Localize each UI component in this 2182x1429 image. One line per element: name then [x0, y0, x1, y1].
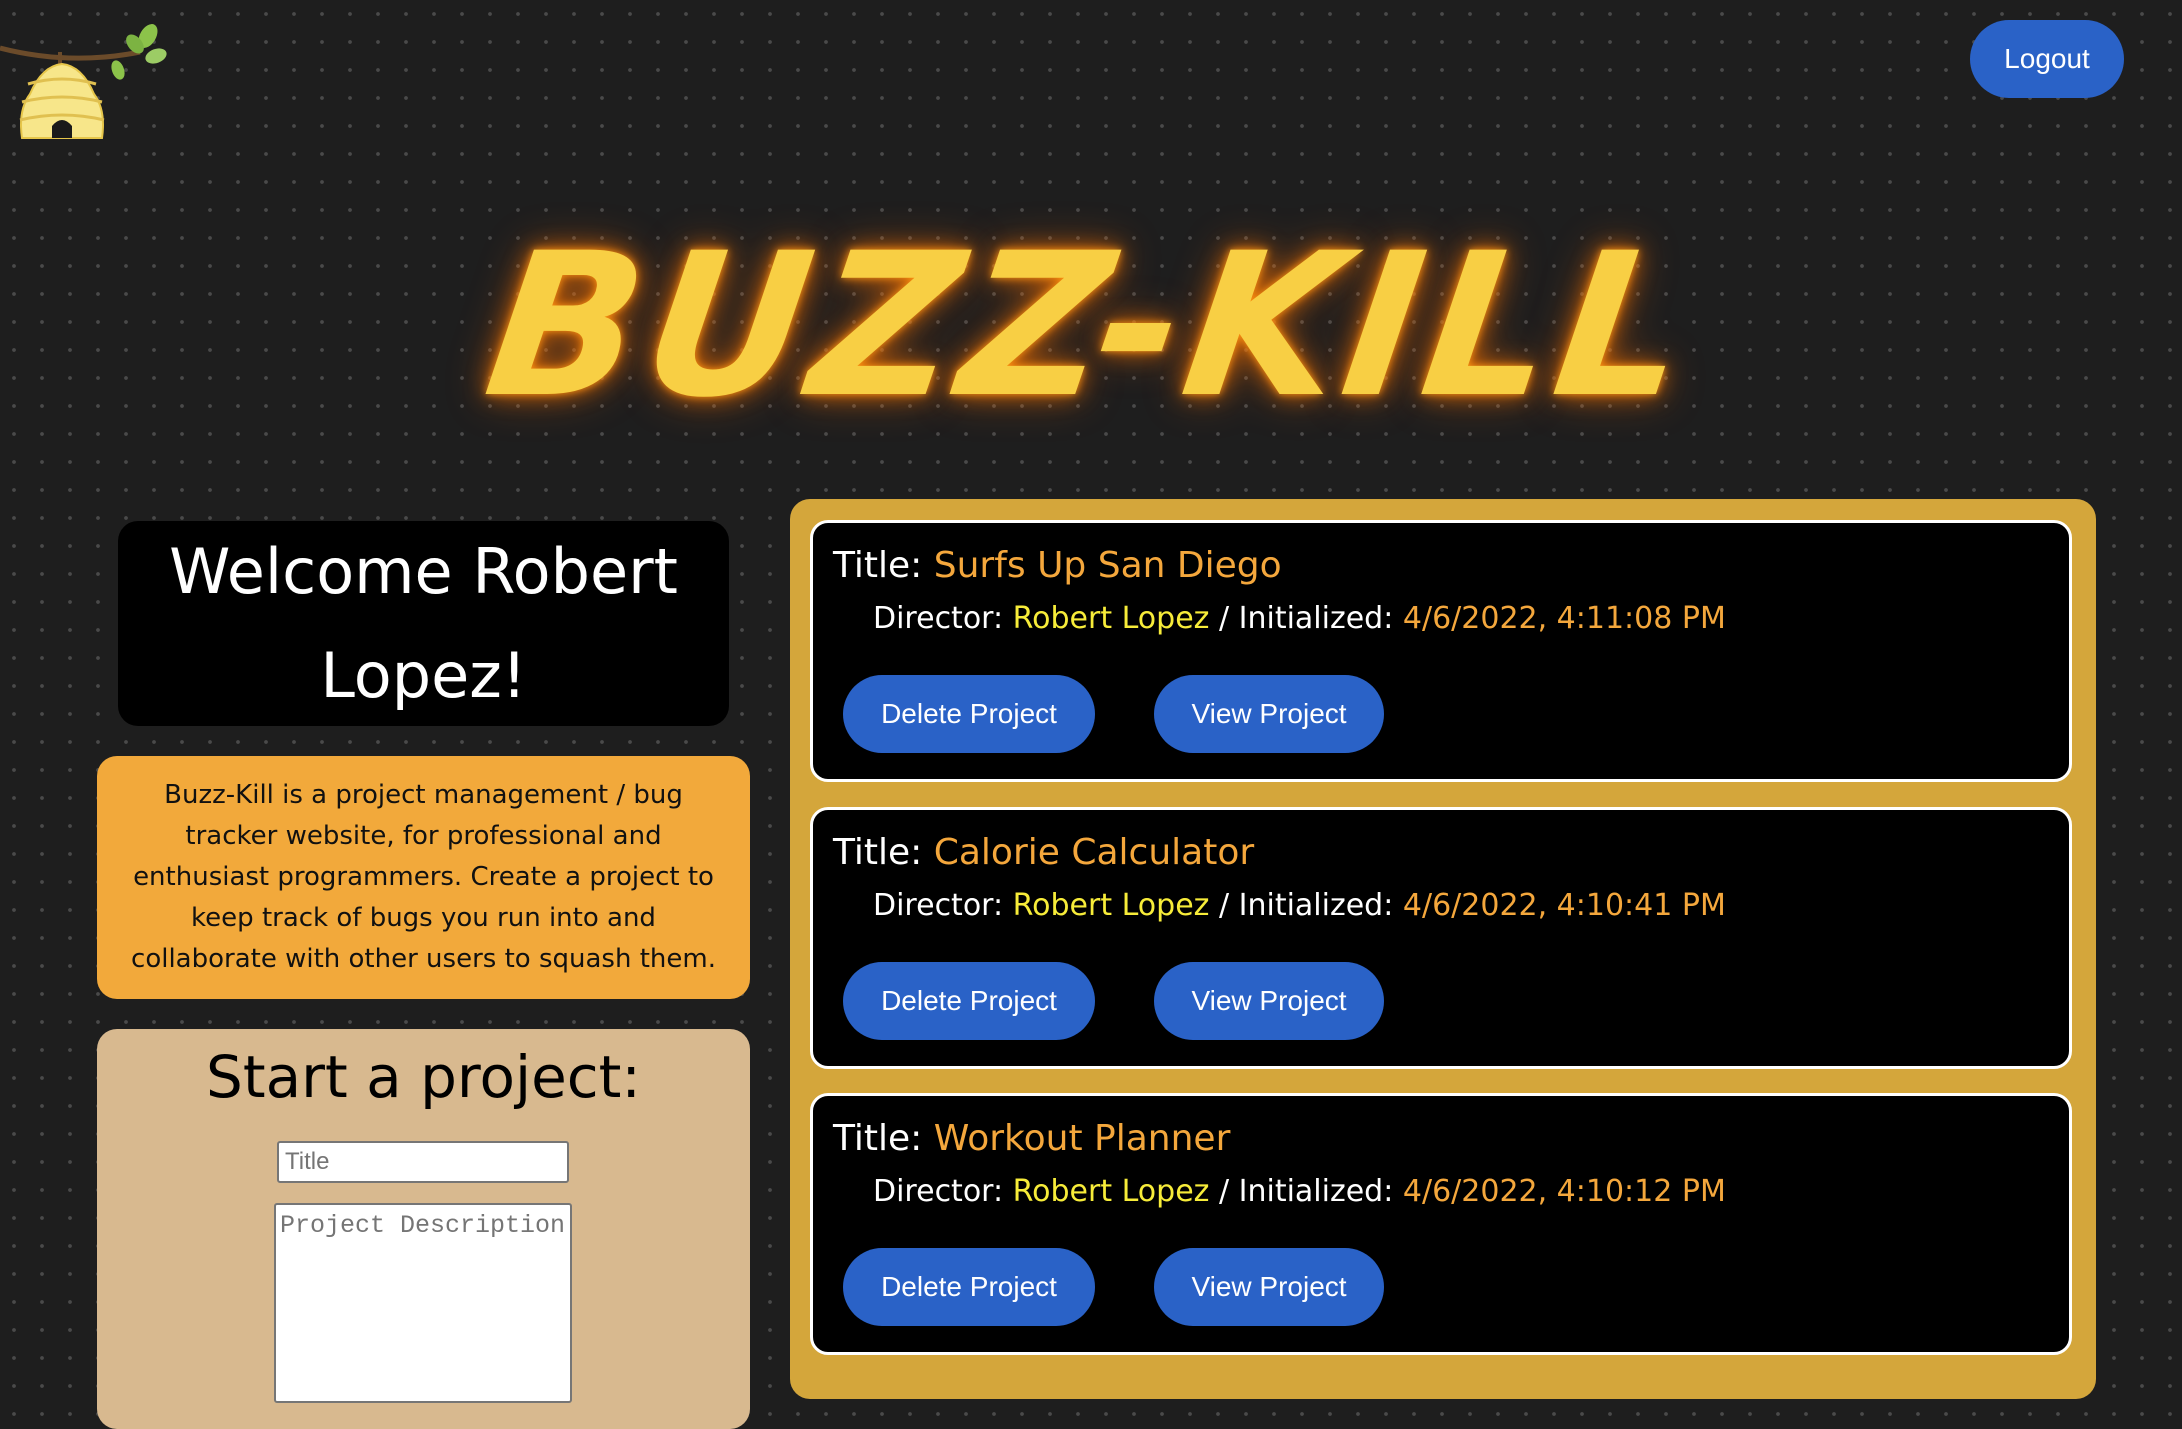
initialized-label: Initialized:	[1238, 888, 1394, 923]
view-project-button[interactable]: View Project	[1154, 1248, 1384, 1326]
project-initialized: 4/6/2022, 4:10:12 PM	[1402, 1174, 1726, 1209]
project-title-input[interactable]	[277, 1141, 569, 1183]
delete-project-button[interactable]: Delete Project	[843, 675, 1095, 753]
project-meta: Director: Robert Lopez / Initialized: 4/…	[873, 601, 1726, 636]
project-description-input[interactable]	[274, 1203, 572, 1403]
delete-project-button[interactable]: Delete Project	[843, 962, 1095, 1040]
project-director: Robert Lopez	[1012, 601, 1210, 636]
project-director: Robert Lopez	[1012, 888, 1210, 923]
director-label: Director:	[873, 601, 1004, 636]
project-card: Title: Surfs Up San Diego Director: Robe…	[810, 520, 2072, 782]
about-card: Buzz-Kill is a project management / bug …	[97, 756, 750, 999]
view-project-button[interactable]: View Project	[1154, 675, 1384, 753]
director-label: Director:	[873, 1174, 1004, 1209]
project-meta: Director: Robert Lopez / Initialized: 4/…	[873, 888, 1726, 923]
title-label: Title:	[833, 832, 923, 873]
project-title: Title: Calorie Calculator	[833, 832, 1254, 873]
initialized-label: Initialized:	[1238, 601, 1394, 636]
about-text: Buzz-Kill is a project management / bug …	[131, 780, 716, 974]
initialized-label: Initialized:	[1238, 1174, 1394, 1209]
meta-separator: /	[1218, 888, 1230, 923]
start-project-heading: Start a project:	[206, 1043, 641, 1111]
title-label: Title:	[833, 545, 923, 586]
beehive-logo-icon[interactable]	[0, 14, 170, 144]
delete-project-button[interactable]: Delete Project	[843, 1248, 1095, 1326]
meta-separator: /	[1218, 601, 1230, 636]
logout-button[interactable]: Logout	[1970, 20, 2124, 98]
start-project-form: Start a project:	[97, 1029, 750, 1429]
project-initialized: 4/6/2022, 4:10:41 PM	[1402, 888, 1726, 923]
project-title-value: Surfs Up San Diego	[933, 545, 1282, 586]
project-initialized: 4/6/2022, 4:11:08 PM	[1402, 601, 1726, 636]
brand-title: BUZZ-KILL	[474, 210, 1708, 441]
welcome-card: Welcome Robert Lopez!	[118, 521, 729, 726]
project-card: Title: Calorie Calculator Director: Robe…	[810, 807, 2072, 1069]
director-label: Director:	[873, 888, 1004, 923]
project-title-value: Calorie Calculator	[933, 832, 1255, 873]
meta-separator: /	[1218, 1174, 1230, 1209]
projects-panel: Title: Surfs Up San Diego Director: Robe…	[790, 499, 2096, 1399]
project-meta: Director: Robert Lopez / Initialized: 4/…	[873, 1174, 1726, 1209]
project-title: Title: Workout Planner	[833, 1118, 1230, 1159]
project-card: Title: Workout Planner Director: Robert …	[810, 1093, 2072, 1355]
project-title: Title: Surfs Up San Diego	[833, 545, 1282, 586]
title-label: Title:	[833, 1118, 923, 1159]
view-project-button[interactable]: View Project	[1154, 962, 1384, 1040]
project-director: Robert Lopez	[1012, 1174, 1210, 1209]
project-title-value: Workout Planner	[933, 1118, 1231, 1159]
welcome-heading: Welcome Robert Lopez!	[169, 534, 678, 712]
